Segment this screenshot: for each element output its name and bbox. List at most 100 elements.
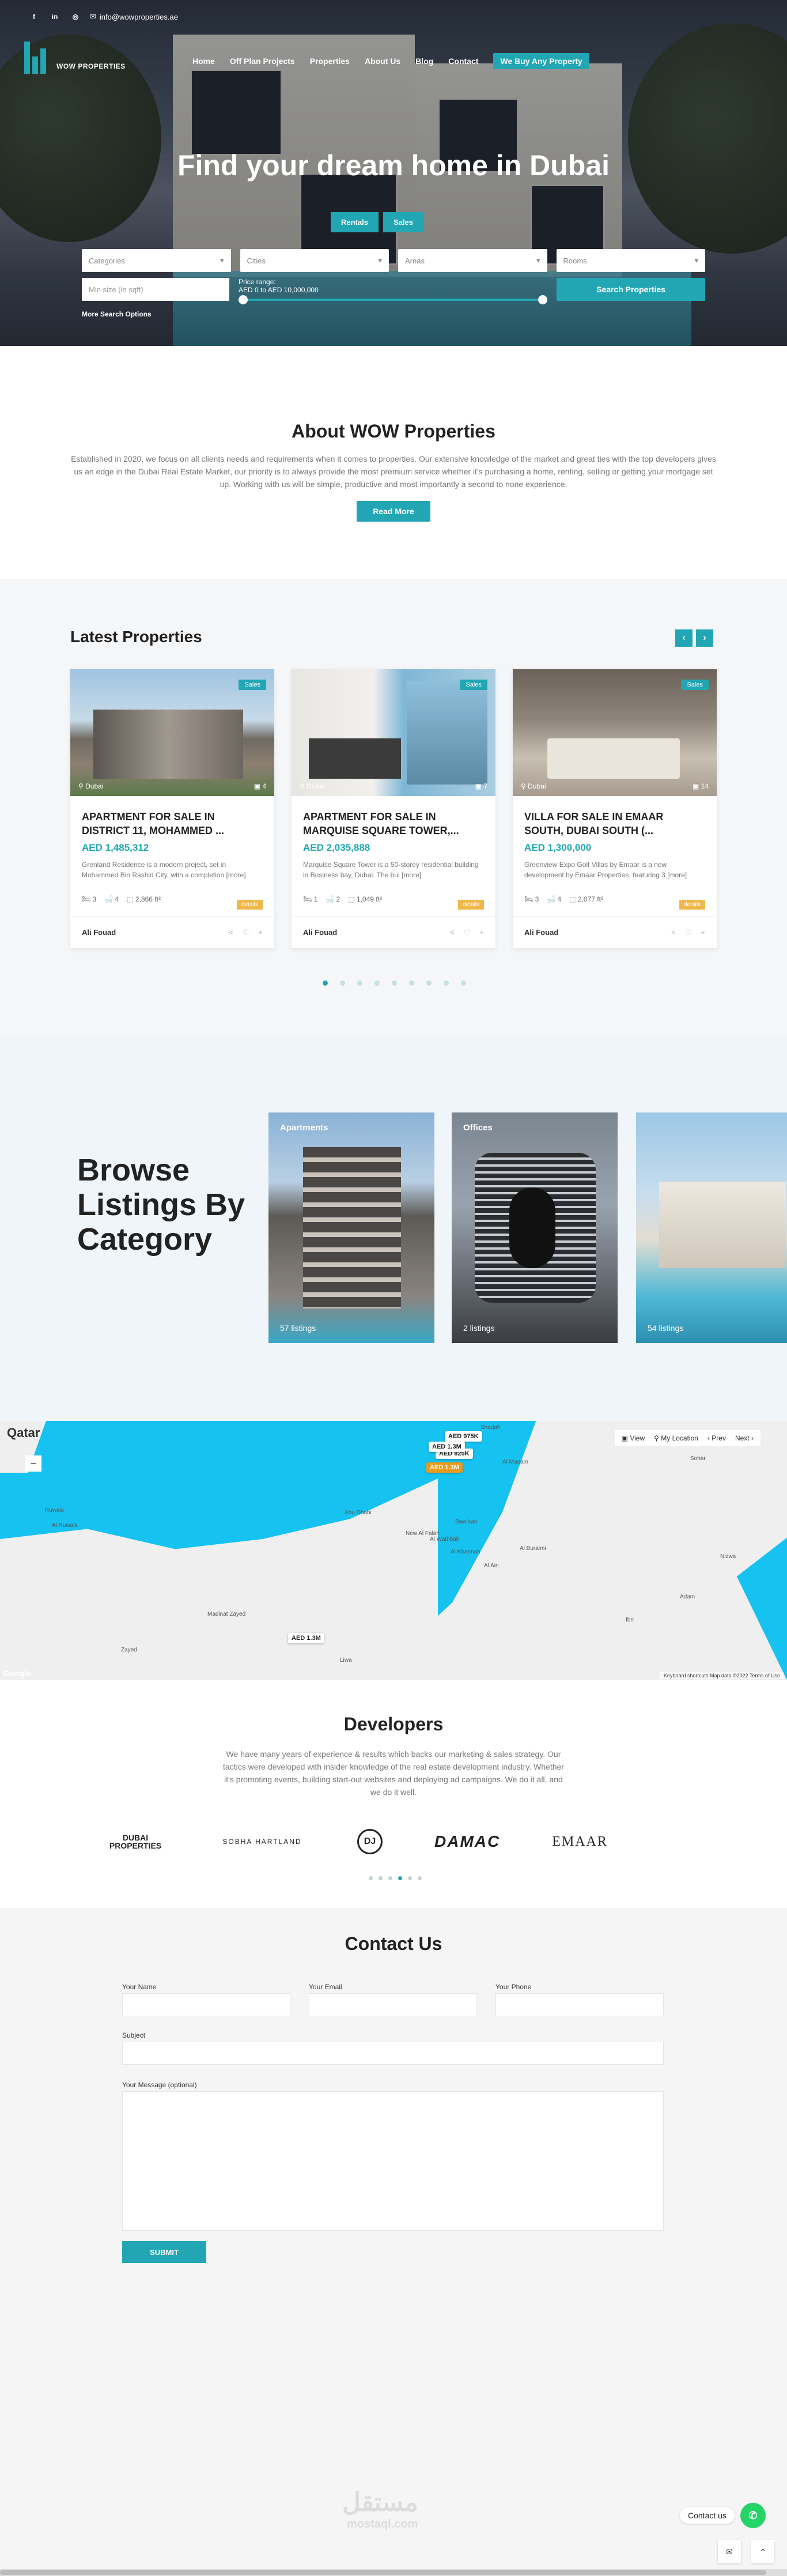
map-price-pin[interactable]: AED 1.3M <box>426 1462 463 1473</box>
nav-about-us[interactable]: About Us <box>365 56 400 66</box>
cities-select[interactable]: Cities ▾ <box>240 249 389 272</box>
instagram-icon[interactable]: ◎ <box>69 10 82 23</box>
map-view-button[interactable]: ▣ View <box>622 1434 645 1442</box>
properties-map[interactable]: Qatar − Sharjah Al Madam Abu Dhabi Al Ai… <box>0 1421 787 1680</box>
tab-sales[interactable]: Sales <box>383 212 423 232</box>
property-image[interactable]: Sales ⚲ Dubai ▣ 14 <box>513 669 717 796</box>
property-image[interactable]: Sales ⚲ Dubai ▣ 4 <box>70 669 274 796</box>
scroll-top-icon[interactable]: ⌃ <box>751 2540 774 2563</box>
nav-home[interactable]: Home <box>192 56 215 66</box>
nav-contact[interactable]: Contact <box>448 56 478 66</box>
compare-icon[interactable]: + <box>479 928 484 937</box>
read-more-button[interactable]: Read More <box>357 501 430 522</box>
carousel-dot[interactable] <box>426 980 432 986</box>
price-min-handle[interactable] <box>239 295 248 304</box>
details-button[interactable]: details <box>679 900 705 910</box>
details-button[interactable]: details <box>458 900 484 910</box>
map-price-pin[interactable]: AED 1.3M <box>429 1442 465 1452</box>
carousel-dot[interactable] <box>408 1876 412 1880</box>
card-title[interactable]: VILLA FOR SALE IN EMAAR SOUTH, DUBAI SOU… <box>524 810 705 838</box>
details-button[interactable]: details <box>237 900 263 910</box>
property-image[interactable]: Sales ⚲ Dubai ▣ 7 <box>292 669 495 796</box>
email-field[interactable] <box>309 1993 477 2016</box>
my-location-button[interactable]: ⚲ My Location <box>654 1434 698 1442</box>
search-properties-button[interactable]: Search Properties <box>557 278 705 301</box>
share-icon[interactable]: < <box>671 928 676 937</box>
agent-name[interactable]: Ali Fouad <box>524 928 558 937</box>
developer-logo-emaar[interactable]: EMAAR <box>552 1834 608 1850</box>
site-logo[interactable]: WOW PROPERTIES <box>24 42 126 74</box>
submit-button[interactable]: SUBMIT <box>122 2241 206 2263</box>
card-title[interactable]: APARTMENT FOR SALE IN DISTRICT 11, MOHAM… <box>82 810 263 838</box>
price-range-slider[interactable]: Price range: AED 0 to AED 10,000,000 <box>239 278 547 307</box>
categories-select[interactable]: Categories ▾ <box>82 249 231 272</box>
category-tile-offices[interactable]: Offices 2 listings <box>452 1112 618 1343</box>
carousel-dot[interactable] <box>398 1876 402 1880</box>
heart-icon[interactable]: ♡ <box>685 928 692 937</box>
map-price-pin[interactable]: AED 975K <box>445 1431 482 1442</box>
carousel-dot[interactable] <box>418 1876 422 1880</box>
map-price-pin[interactable]: AED 1.3M <box>288 1633 324 1643</box>
horizontal-scrollbar[interactable] <box>0 2569 787 2576</box>
carousel-dot[interactable] <box>388 1876 392 1880</box>
card-title[interactable]: APARTMENT FOR SALE IN MARQUISE SQUARE TO… <box>303 810 484 838</box>
developer-logo-sobha[interactable]: SOBHA HARTLAND <box>219 1838 305 1846</box>
compare-icon[interactable]: + <box>701 928 705 937</box>
map-prev-button[interactable]: ‹ Prev <box>707 1434 726 1442</box>
phone-field[interactable] <box>495 1993 664 2016</box>
areas-select[interactable]: Areas ▾ <box>398 249 547 272</box>
carousel-next-button[interactable]: › <box>696 629 713 647</box>
compare-icon[interactable]: + <box>258 928 263 937</box>
nav-we-buy-any-property[interactable]: We Buy Any Property <box>493 53 589 69</box>
carousel-dot[interactable] <box>444 980 449 986</box>
heart-icon[interactable]: ♡ <box>464 928 471 937</box>
nav-properties[interactable]: Properties <box>310 56 350 66</box>
name-field[interactable] <box>122 1993 290 2016</box>
carousel-dot[interactable] <box>374 980 380 986</box>
carousel-dot[interactable] <box>323 980 328 986</box>
category-tile-villas[interactable]: 54 listings <box>636 1112 787 1343</box>
linkedin-icon[interactable]: in <box>48 10 61 23</box>
more-search-options-link[interactable]: More Search Options <box>82 310 152 318</box>
carousel-dot[interactable] <box>392 980 397 986</box>
tab-rentals[interactable]: Rentals <box>331 212 379 232</box>
property-card[interactable]: Sales ⚲ Dubai ▣ 7 APARTMENT FOR SALE IN … <box>292 669 495 948</box>
carousel-dot[interactable] <box>461 980 466 986</box>
zoom-out-button[interactable]: − <box>25 1455 41 1472</box>
property-card[interactable]: Sales ⚲ Dubai ▣ 14 VILLA FOR SALE IN EMA… <box>513 669 717 948</box>
map-attribution[interactable]: Keyboard shortcuts Map data ©2022 Terms … <box>660 1672 784 1679</box>
facebook-icon[interactable]: f <box>28 10 40 23</box>
carousel-dot[interactable] <box>369 1876 373 1880</box>
nav-off-plan-projects[interactable]: Off Plan Projects <box>230 56 295 66</box>
nav-blog[interactable]: Blog <box>415 56 433 66</box>
carousel-prev-button[interactable]: ‹ <box>675 629 693 647</box>
carousel-dot[interactable] <box>340 980 345 986</box>
message-field[interactable] <box>122 2091 664 2231</box>
share-icon[interactable]: < <box>450 928 455 937</box>
share-icon[interactable]: < <box>229 928 233 937</box>
whatsapp-widget[interactable]: Contact us ✆ <box>680 2503 766 2528</box>
whatsapp-label[interactable]: Contact us <box>680 2507 735 2524</box>
subject-field[interactable] <box>122 2042 664 2065</box>
carousel-dot[interactable] <box>357 980 362 986</box>
mail-icon[interactable]: ✉ <box>718 2540 741 2563</box>
agent-name[interactable]: Ali Fouad <box>303 928 337 937</box>
agent-name[interactable]: Ali Fouad <box>82 928 116 937</box>
rooms-select[interactable]: Rooms ▾ <box>556 249 705 272</box>
categories-section: Browse Listings By Category Apartments 5… <box>0 1038 787 1421</box>
min-size-input[interactable]: Min size (in sqft) <box>82 278 229 301</box>
carousel-dot[interactable] <box>379 1876 383 1880</box>
developer-logo-dubai-properties[interactable]: DUBAI PROPERTIES <box>104 1834 167 1850</box>
developer-logo-damac[interactable]: DAMAC <box>434 1832 500 1851</box>
price-max-handle[interactable] <box>538 295 547 304</box>
carousel-dot[interactable] <box>409 980 414 986</box>
category-tile-apartments[interactable]: Apartments 57 listings <box>268 1112 434 1343</box>
property-card[interactable]: Sales ⚲ Dubai ▣ 4 APARTMENT FOR SALE IN … <box>70 669 274 948</box>
whatsapp-icon[interactable]: ✆ <box>740 2503 766 2528</box>
card-price: AED 2,035,888 <box>303 842 370 853</box>
map-next-button[interactable]: Next › <box>735 1434 754 1442</box>
email-link[interactable]: ✉ info@wowproperties.ae <box>90 12 178 21</box>
email-label: Your Email <box>309 1983 342 1991</box>
heart-icon[interactable]: ♡ <box>243 928 249 937</box>
developer-logo-dj[interactable]: DJ <box>357 1829 383 1854</box>
